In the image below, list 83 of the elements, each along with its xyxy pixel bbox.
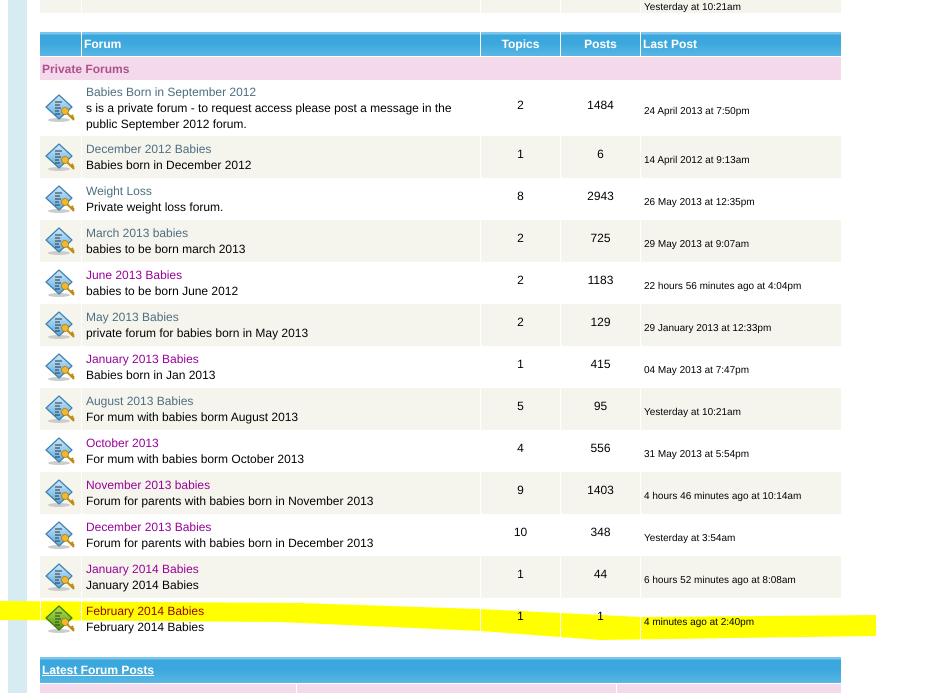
post-count: 95 xyxy=(594,399,608,413)
forum-description: s is a private forum - to request access please post a message in the public September 2012 forum. xyxy=(86,100,453,132)
topic-count: 4 xyxy=(517,441,524,455)
post-count: 129 xyxy=(590,315,611,329)
forum-key-icon xyxy=(44,93,76,123)
forum-link[interactable]: January 2014 Babies xyxy=(86,561,199,577)
forum-key-icon xyxy=(45,604,77,634)
topic-count: 1 xyxy=(517,609,524,623)
forum-key-icon xyxy=(44,436,76,466)
post-count: 2943 xyxy=(587,189,614,203)
forum-description: For mum with babies borm October 2013 xyxy=(86,451,304,467)
forum-key-icon xyxy=(44,394,76,424)
column-header: Posts xyxy=(584,37,617,51)
post-count: 1484 xyxy=(587,98,614,112)
forum-description: February 2014 Babies xyxy=(86,619,204,635)
forum-description: Private weight loss forum. xyxy=(86,199,224,215)
last-post-date: 6 hours 52 minutes ago at 8:08am xyxy=(644,574,796,586)
last-post-date: 24 April 2013 at 7:50pm xyxy=(644,106,750,116)
topic-count: 1 xyxy=(517,357,524,371)
forum-link[interactable]: December 2013 Babies xyxy=(86,519,212,535)
forum-description: For mum with babies borm August 2013 xyxy=(86,409,298,425)
topic-count: 2 xyxy=(517,98,524,112)
forum-link[interactable]: June 2013 Babies xyxy=(86,267,182,283)
column-header: Last Post xyxy=(643,37,698,51)
last-post-date: Yesterday at 10:21am xyxy=(644,2,741,13)
forum-key-icon xyxy=(44,310,76,340)
forum-description: Babies born in Jan 2013 xyxy=(86,367,216,383)
post-count: 1403 xyxy=(587,483,614,497)
forum-link[interactable]: May 2013 Babies xyxy=(86,309,179,325)
topic-count: 9 xyxy=(517,483,524,497)
topic-count: 2 xyxy=(517,273,524,287)
last-post-date: Yesterday at 10:21am xyxy=(644,406,741,418)
topic-count: 8 xyxy=(517,189,524,203)
forum-key-icon xyxy=(44,520,76,550)
forum-link[interactable]: Babies Born in September 2012 xyxy=(86,84,256,100)
forum-link[interactable]: February 2014 Babies xyxy=(86,603,204,619)
forum-key-icon xyxy=(44,352,76,382)
topic-count: 1 xyxy=(517,567,524,581)
post-count: 1183 xyxy=(588,273,614,287)
forum-link[interactable]: March 2013 babies xyxy=(86,225,188,241)
forum-key-icon xyxy=(44,184,76,214)
post-count: 556 xyxy=(590,441,611,455)
last-post-date: 04 May 2013 at 7:47pm xyxy=(644,364,750,376)
last-post-date: Yesterday at 3:54am xyxy=(644,532,736,544)
forum-description: babies to be born march 2013 xyxy=(86,241,246,257)
forum-description: Forum for parents with babies born in December 2013 xyxy=(86,535,374,551)
last-post-date: 29 January 2013 at 12:33pm xyxy=(644,322,772,334)
post-count: 44 xyxy=(594,567,608,581)
last-post-date: 29 May 2013 at 9:07am xyxy=(644,238,750,250)
forum-description: Forum for parents with babies born in November 2013 xyxy=(86,493,374,509)
last-post-date: 26 May 2013 at 12:35pm xyxy=(644,196,755,208)
last-post-date: 4 hours 46 minutes ago at 10:14am xyxy=(644,490,802,502)
last-post-date: 4 minutes ago at 2:40pm xyxy=(644,616,754,628)
post-count: 348 xyxy=(590,525,611,539)
forum-link[interactable]: October 2013 xyxy=(86,435,159,451)
topic-count: 1 xyxy=(517,147,524,161)
forum-key-icon xyxy=(44,268,76,298)
post-count: 725 xyxy=(590,231,611,245)
forum-description: Babies born in December 2012 xyxy=(86,157,252,173)
last-post-date: 22 hours 56 minutes ago at 4:04pm xyxy=(644,280,802,292)
forum-link[interactable]: Weight Loss xyxy=(86,183,152,199)
last-post-date: 14 April 2012 at 9:13am xyxy=(644,154,750,166)
topic-count: 2 xyxy=(517,315,524,329)
last-post-date: 31 May 2013 at 5:54pm xyxy=(644,448,750,460)
topic-count: 5 xyxy=(517,399,524,413)
forum-link[interactable]: August 2013 Babies xyxy=(86,393,194,409)
category-title: Private Forums xyxy=(42,62,130,76)
topic-count: 2 xyxy=(517,231,524,245)
forum-key-icon xyxy=(44,478,76,508)
forum-key-icon xyxy=(44,562,76,592)
column-header: Topics xyxy=(502,37,540,51)
forum-description: January 2014 Babies xyxy=(86,577,199,593)
topic-count: 10 xyxy=(514,525,528,539)
forum-link[interactable]: January 2013 Babies xyxy=(86,351,199,367)
forum-key-icon xyxy=(44,142,76,172)
post-count: 415 xyxy=(590,357,611,371)
forum-description: private forum for babies born in May 2013 xyxy=(86,325,308,341)
forum-key-icon xyxy=(44,226,76,256)
forum-link[interactable]: November 2013 babies xyxy=(86,477,210,493)
post-count: 6 xyxy=(597,147,604,161)
column-header: Forum xyxy=(84,37,122,51)
forum-link[interactable]: December 2012 Babies xyxy=(86,141,212,157)
forum-description: babies to be born June 2012 xyxy=(86,283,238,299)
